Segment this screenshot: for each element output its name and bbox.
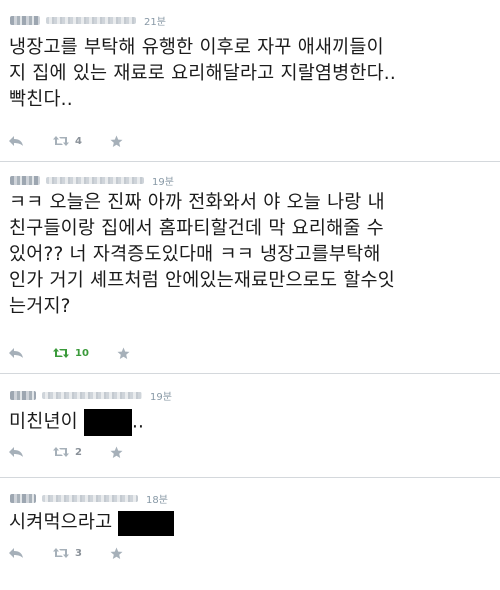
tweet-time[interactable]: 18분 bbox=[146, 491, 168, 506]
redaction-block bbox=[118, 510, 175, 536]
tweet-text: 시켜먹으라고 bbox=[9, 510, 495, 536]
reply-icon bbox=[9, 136, 23, 146]
tweet-time[interactable]: 19분 bbox=[150, 388, 172, 403]
blurred-user-name[interactable] bbox=[10, 15, 40, 25]
blurred-user-handle[interactable] bbox=[46, 16, 136, 24]
retweet-button[interactable]: 2 bbox=[52, 446, 82, 458]
blurred-user-handle[interactable] bbox=[42, 391, 142, 399]
tweet-header: 19분 bbox=[10, 387, 172, 403]
tweet-text: 냉장고를 부탁해 유행한 이후로 자꾸 애새끼들이 지 집에 있는 재료로 요리… bbox=[9, 37, 396, 110]
tweet-header: 21분 bbox=[10, 12, 166, 28]
retweet-button[interactable]: 10 bbox=[52, 347, 89, 359]
tweet-text: 미친년이 .. bbox=[9, 409, 495, 436]
redaction-block bbox=[83, 409, 132, 436]
blurred-user-name[interactable] bbox=[10, 175, 40, 185]
retweet-count: 2 bbox=[75, 446, 82, 458]
retweet-icon bbox=[53, 348, 69, 358]
favorite-icon bbox=[110, 135, 123, 147]
tweet-header: 18분 bbox=[10, 490, 168, 506]
retweet-icon bbox=[53, 447, 69, 457]
retweet-icon bbox=[53, 548, 69, 558]
blurred-user-handle[interactable] bbox=[42, 494, 138, 502]
tweet-4: 18분 시켜먹으라고 3 bbox=[0, 478, 500, 590]
favorite-button[interactable] bbox=[110, 547, 123, 560]
reply-icon bbox=[9, 447, 23, 457]
tweet-actions: 4 bbox=[8, 133, 151, 149]
retweet-icon bbox=[53, 136, 69, 146]
favorite-button[interactable] bbox=[110, 446, 123, 459]
tweet-text: ㅋㅋ 오늘은 진짜 아까 전화와서 야 오늘 나랑 내 친구들이랑 집에서 홈파… bbox=[9, 192, 395, 317]
reply-button[interactable] bbox=[8, 446, 24, 458]
retweet-count: 4 bbox=[75, 135, 82, 147]
retweet-count: 10 bbox=[75, 347, 89, 359]
tweet-actions: 10 bbox=[8, 345, 158, 361]
reply-button[interactable] bbox=[8, 547, 24, 559]
tweet-3: 19분 미친년이 .. 2 bbox=[0, 374, 500, 478]
tweet-time[interactable]: 21분 bbox=[144, 13, 166, 28]
blurred-user-name[interactable] bbox=[10, 390, 36, 400]
reply-icon bbox=[9, 348, 23, 358]
tweet-actions: 3 bbox=[8, 545, 151, 561]
reply-icon bbox=[9, 548, 23, 558]
tweet-header: 19분 bbox=[10, 172, 174, 188]
favorite-icon bbox=[110, 547, 123, 559]
blurred-user-handle[interactable] bbox=[46, 176, 144, 184]
tweet-text-start: 미친년이 bbox=[9, 411, 84, 433]
tweet-text-start: 시켜먹으라고 bbox=[9, 512, 119, 533]
favorite-icon bbox=[110, 446, 123, 458]
reply-button[interactable] bbox=[8, 347, 24, 359]
tweet-2: 19분 ㅋㅋ 오늘은 진짜 아까 전화와서 야 오늘 나랑 내 친구들이랑 집에… bbox=[0, 162, 500, 372]
favorite-icon bbox=[117, 347, 130, 359]
blurred-user-name[interactable] bbox=[10, 493, 36, 503]
retweet-button[interactable]: 4 bbox=[52, 135, 82, 147]
reply-button[interactable] bbox=[8, 135, 24, 147]
tweet-text-end: .. bbox=[131, 411, 145, 433]
favorite-button[interactable] bbox=[110, 135, 123, 148]
tweet-1: 21분 냉장고를 부탁해 유행한 이후로 자꾸 애새끼들이 지 집에 있는 재료… bbox=[0, 0, 500, 160]
favorite-button[interactable] bbox=[117, 347, 130, 360]
tweet-actions: 2 bbox=[8, 444, 151, 460]
tweet-time[interactable]: 19분 bbox=[152, 173, 174, 188]
retweet-count: 3 bbox=[75, 547, 82, 559]
retweet-button[interactable]: 3 bbox=[52, 547, 82, 559]
